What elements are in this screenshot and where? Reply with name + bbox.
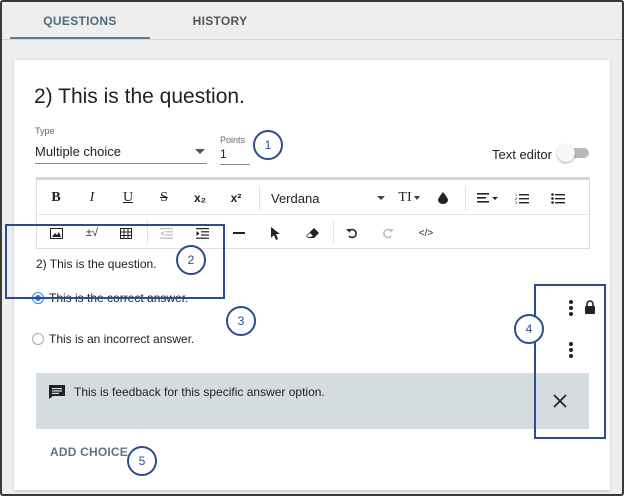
type-select-value: Multiple choice — [35, 144, 121, 159]
caret-down-icon — [413, 196, 420, 200]
numbered-list-icon[interactable]: 123 — [513, 187, 531, 209]
text-size-label: TI — [398, 190, 412, 205]
ink-drop-icon[interactable] — [435, 187, 451, 209]
bold-button[interactable]: B — [47, 187, 65, 209]
toolbar-separator — [259, 186, 260, 210]
underline-button[interactable]: U — [119, 187, 137, 209]
toolbar-row-divider — [37, 214, 589, 215]
callout-1: 1 — [253, 130, 283, 160]
points-label: Points — [220, 135, 246, 145]
callout-2: 2 — [176, 245, 206, 275]
feedback-panel: This is feedback for this specific answe… — [36, 373, 589, 429]
annotation-box-menus — [534, 284, 606, 439]
feedback-text: This is feedback for this specific answe… — [74, 385, 325, 399]
app-frame: QUESTIONS HISTORY 2) This is the questio… — [0, 0, 624, 496]
callout-5: 5 — [127, 446, 157, 476]
points-input[interactable]: 1 — [220, 147, 250, 165]
redo-icon[interactable] — [379, 222, 397, 244]
superscript-button[interactable]: x² — [225, 187, 247, 209]
tab-history[interactable]: HISTORY — [150, 2, 290, 40]
bulleted-list-icon[interactable] — [549, 187, 567, 209]
active-tab-indicator — [10, 37, 150, 39]
callout-3: 3 — [226, 306, 256, 336]
radio-unchecked-icon[interactable] — [32, 333, 44, 345]
align-icon[interactable] — [475, 187, 501, 209]
text-editor-toggle[interactable] — [557, 144, 589, 162]
undo-icon[interactable] — [343, 222, 361, 244]
subscript-button[interactable]: x₂ — [189, 187, 211, 209]
code-view-button[interactable]: </> — [415, 222, 437, 244]
text-editor-label: Text editor — [492, 147, 552, 162]
cursor-icon[interactable] — [267, 222, 283, 244]
italic-button[interactable]: I — [83, 187, 101, 209]
type-label: Type — [35, 126, 55, 136]
type-select[interactable]: Multiple choice — [35, 140, 207, 164]
tab-questions[interactable]: QUESTIONS — [10, 2, 150, 40]
comment-icon — [48, 384, 66, 400]
tab-bar: QUESTIONS HISTORY — [2, 2, 622, 40]
toggle-knob — [557, 144, 575, 162]
strikethrough-button[interactable]: S — [155, 187, 173, 209]
font-family-value: Verdana — [271, 190, 320, 206]
question-title: 2) This is the question. — [34, 85, 245, 108]
caret-down-icon — [195, 149, 205, 154]
caret-down-icon — [377, 196, 385, 200]
toolbar-separator — [465, 186, 466, 210]
horizontal-rule-icon[interactable] — [231, 222, 247, 244]
eraser-icon[interactable] — [303, 222, 321, 244]
callout-4: 4 — [514, 314, 544, 344]
text-size-button[interactable]: TI — [395, 187, 423, 209]
choice-incorrect[interactable]: This is an incorrect answer. — [32, 332, 194, 346]
add-choice-button[interactable]: ADD CHOICE — [50, 445, 128, 459]
toolbar-separator — [333, 220, 334, 244]
font-family-select[interactable]: Verdana — [271, 187, 387, 209]
svg-text:3: 3 — [515, 200, 518, 204]
choice-text: This is an incorrect answer. — [49, 332, 195, 346]
